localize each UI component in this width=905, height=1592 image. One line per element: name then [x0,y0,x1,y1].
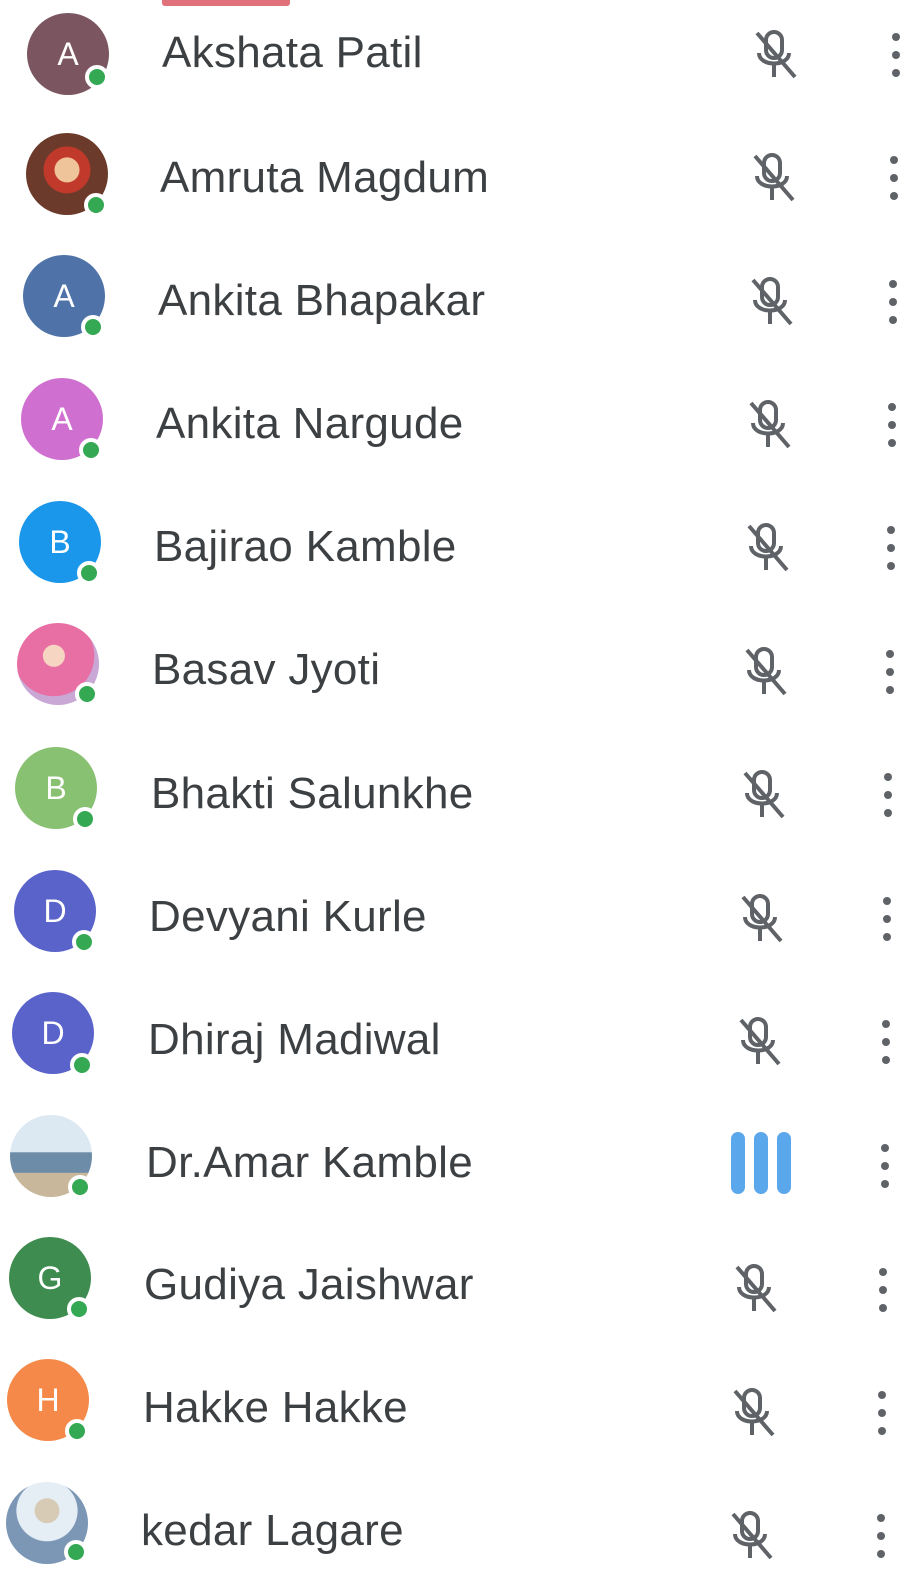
avatar-initial: G [37,1259,63,1296]
avatar-initial: A [53,277,75,314]
avatar-initial: A [51,400,73,437]
avatar-initial: A [56,156,77,193]
online-status-dot [79,438,103,462]
participant-name: Devyani Kurle [149,892,427,941]
avatar-initial: k [39,1505,55,1542]
mic-off-icon[interactable] [750,150,798,206]
mic-off-icon[interactable] [728,1508,776,1564]
online-status-dot [64,1540,88,1564]
participant-name: Basav Jyoti [152,645,381,694]
mic-off-icon[interactable] [732,1261,780,1317]
participant-row[interactable]: k kedar Lagare [0,1470,905,1592]
mic-off-icon[interactable] [746,397,794,453]
participant-name: Akshata Patil [162,28,423,77]
speaking-indicator-icon [731,1132,795,1194]
participant-name: kedar Lagare [141,1506,404,1555]
participant-row[interactable]: A Ankita Nargude [0,363,905,485]
online-status-dot [73,807,97,831]
participant-name: Amruta Magdum [160,153,490,202]
more-options-icon[interactable] [875,893,899,945]
more-options-icon[interactable] [880,399,904,451]
mic-off-icon[interactable] [744,520,792,576]
participant-row[interactable]: D Devyani Kurle [0,855,905,977]
participant-list: A Akshata Patil A Amruta Magdum A An [0,0,905,1564]
avatar-initial: A [57,35,79,72]
more-options-icon[interactable] [882,152,905,204]
more-options-icon[interactable] [884,29,905,81]
participant-row[interactable]: G Gudiya Jaishwar [0,1224,905,1346]
avatar-initial: D [39,1138,62,1175]
avatar-initial: H [36,1381,60,1418]
online-status-dot [68,1175,92,1199]
participant-name: Ankita Nargude [156,399,464,448]
avatar-initial: B [49,523,71,560]
participant-row[interactable]: B Bhakti Salunkhe [0,732,905,854]
online-status-dot [65,1419,89,1443]
more-options-icon[interactable] [878,646,902,698]
more-options-icon[interactable] [870,1387,894,1439]
participant-name: Dhiraj Madiwal [148,1015,441,1064]
mic-off-icon[interactable] [752,27,800,83]
participant-row[interactable]: D Dr.Amar Kamble [0,1101,905,1223]
mic-off-icon[interactable] [740,767,788,823]
participant-name: Dr.Amar Kamble [146,1138,473,1187]
mic-off-icon[interactable] [742,644,790,700]
online-status-dot [75,682,99,706]
avatar-initial: B [45,769,67,806]
more-options-icon[interactable] [869,1510,893,1562]
avatar-initial: B [47,646,68,683]
participant-row[interactable]: H Hakke Hakke [0,1347,905,1469]
participant-name: Gudiya Jaishwar [144,1260,474,1309]
participant-row[interactable]: A Akshata Patil [0,0,905,116]
participant-row[interactable]: A Ankita Bhapakar [0,240,905,362]
participant-row[interactable]: A Amruta Magdum [0,117,905,239]
avatar-initial: D [41,1014,65,1051]
mic-off-icon[interactable] [748,274,796,330]
online-status-dot [70,1053,94,1077]
participant-row[interactable]: D Dhiraj Madiwal [0,978,905,1100]
online-status-dot [85,65,109,89]
online-status-dot [77,561,101,585]
mic-off-icon[interactable] [730,1385,778,1441]
online-status-dot [84,193,108,217]
mic-off-icon[interactable] [738,891,786,947]
participant-name: Hakke Hakke [143,1383,408,1432]
participant-row[interactable]: B Bajirao Kamble [0,486,905,608]
more-options-icon[interactable] [871,1264,895,1316]
participant-row[interactable]: B Basav Jyoti [0,609,905,731]
online-status-dot [81,315,105,339]
mic-off-icon[interactable] [736,1014,784,1070]
participant-name: Ankita Bhapakar [158,276,486,325]
more-options-icon[interactable] [873,1140,897,1192]
more-options-icon[interactable] [879,522,903,574]
avatar-initial: D [43,892,67,929]
participant-name: Bhakti Salunkhe [151,769,474,818]
online-status-dot [72,930,96,954]
more-options-icon[interactable] [876,769,900,821]
online-status-dot [67,1297,91,1321]
more-options-icon[interactable] [874,1016,898,1068]
more-options-icon[interactable] [881,276,905,328]
participant-name: Bajirao Kamble [154,522,457,571]
